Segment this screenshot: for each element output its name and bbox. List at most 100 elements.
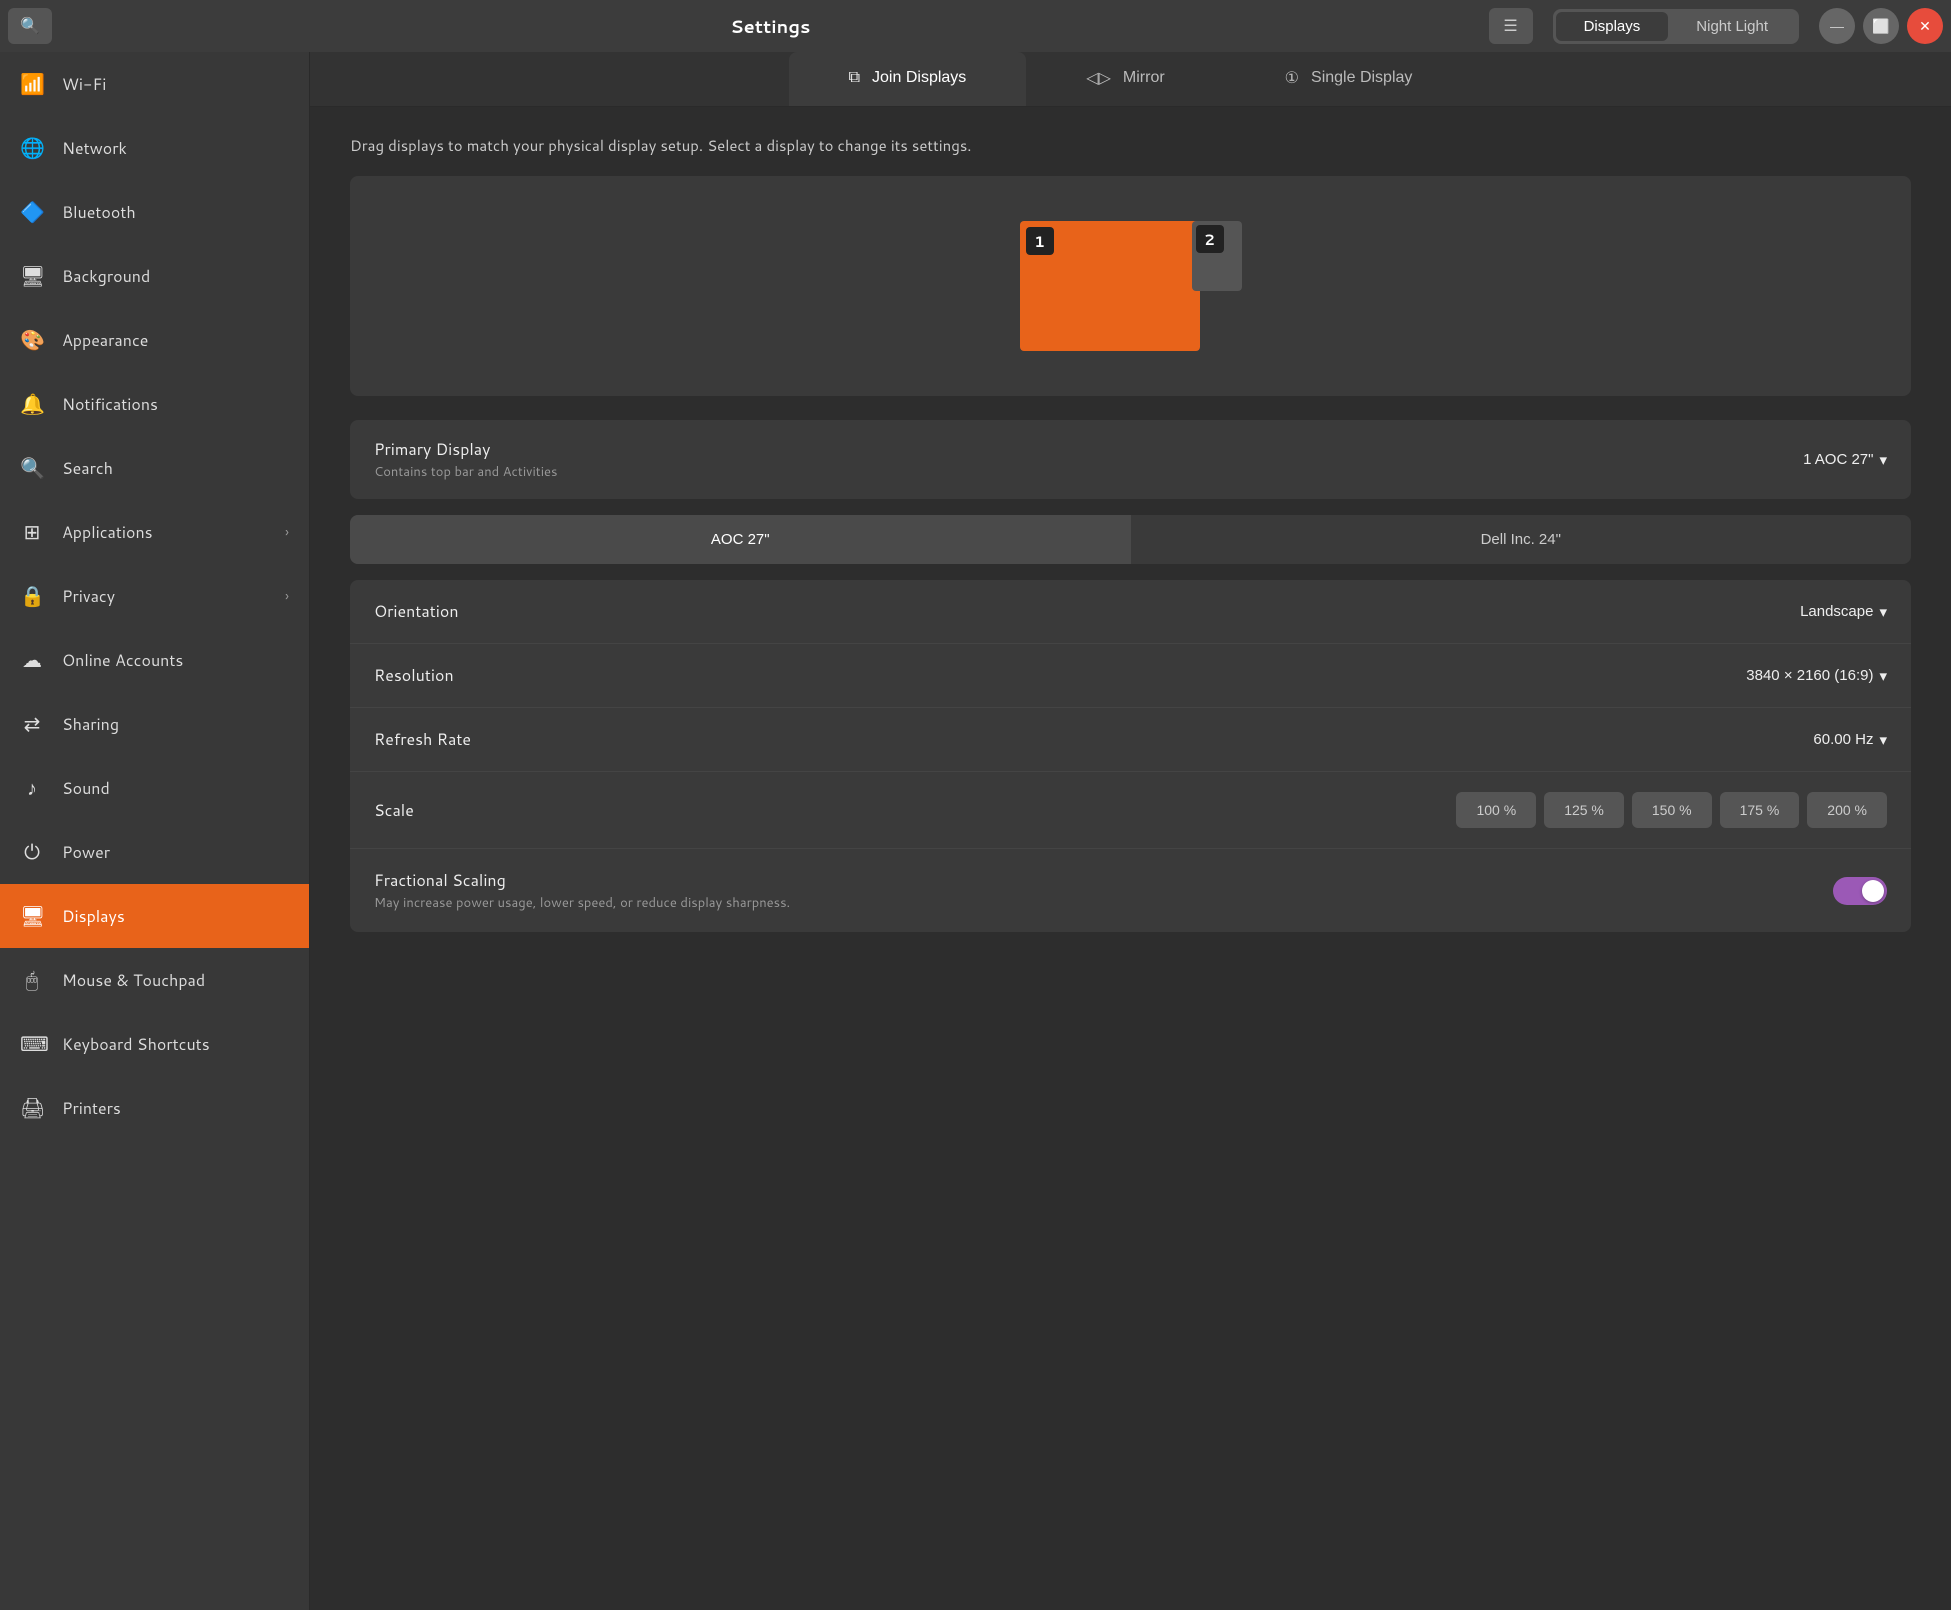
join-displays-label: Join Displays xyxy=(872,69,966,87)
resolution-label: Resolution xyxy=(374,664,1746,687)
mirror-icon: ◁▷ xyxy=(1086,68,1111,88)
primary-display-row: Primary Display Contains top bar and Act… xyxy=(350,420,1911,499)
primary-display-main-label: Primary Display xyxy=(374,438,1803,461)
refresh-rate-control: 60.00 Hz ▾ xyxy=(1813,731,1887,749)
sidebar-item-search[interactable]: 🔍 Search xyxy=(0,436,309,500)
wifi-icon: 📶 xyxy=(20,70,44,98)
scale-125[interactable]: 125 % xyxy=(1544,792,1624,828)
sidebar-label-mouse: Mouse & Touchpad xyxy=(62,969,205,992)
resolution-value: 3840 × 2160 (16:9) xyxy=(1746,667,1873,684)
sidebar-label-wifi: Wi-Fi xyxy=(62,73,106,96)
orientation-field: Orientation Landscape ▾ xyxy=(350,580,1911,644)
printers-icon: 🖨 xyxy=(20,1094,44,1122)
sidebar-item-power[interactable]: ⏻ Power xyxy=(0,820,309,884)
sidebar-label-appearance: Appearance xyxy=(62,329,148,352)
mouse-icon: 🖱 xyxy=(20,966,44,994)
sidebar-item-sharing[interactable]: ⇄ Sharing xyxy=(0,692,309,756)
primary-display-chevron-icon: ▾ xyxy=(1879,451,1887,469)
background-icon: 🖥 xyxy=(20,262,44,290)
monitor-2-badge: 2 xyxy=(1196,225,1224,253)
search-sidebar-icon: 🔍 xyxy=(20,454,44,482)
primary-display-control: 1 AOC 27" ▾ xyxy=(1803,451,1887,469)
maximize-button[interactable]: ⬜ xyxy=(1863,8,1899,44)
sidebar-item-background[interactable]: 🖥 Background xyxy=(0,244,309,308)
monitor-1-preview[interactable]: 1 xyxy=(1020,221,1200,351)
sidebar-label-network: Network xyxy=(62,137,127,160)
sidebar-item-notifications[interactable]: 🔔 Notifications xyxy=(0,372,309,436)
applications-icon: ⊞ xyxy=(20,518,44,546)
tab-mirror[interactable]: ◁▷ Mirror xyxy=(1026,52,1224,106)
fractional-scaling-control xyxy=(1833,877,1887,905)
primary-display-dropdown[interactable]: 1 AOC 27" ▾ xyxy=(1803,451,1887,469)
monitor-2-preview[interactable]: 2 xyxy=(1192,221,1242,291)
menu-button[interactable]: ☰ xyxy=(1489,8,1533,44)
toggle-knob xyxy=(1862,880,1884,902)
drag-hint: Drag displays to match your physical dis… xyxy=(350,135,1911,156)
scale-label: Scale xyxy=(374,799,1456,822)
refresh-rate-chevron-icon: ▾ xyxy=(1879,731,1887,749)
display-mode-tabs: ⧉ Join Displays ◁▷ Mirror ① Single Displ… xyxy=(310,52,1951,107)
content-inner: Drag displays to match your physical dis… xyxy=(310,107,1951,976)
orientation-label: Orientation xyxy=(374,600,1800,623)
privacy-chevron: › xyxy=(285,586,289,606)
sidebar-item-printers[interactable]: 🖨 Printers xyxy=(0,1076,309,1140)
orientation-control: Landscape ▾ xyxy=(1800,603,1887,621)
resolution-dropdown[interactable]: 3840 × 2160 (16:9) ▾ xyxy=(1746,667,1887,685)
sidebar-label-privacy: Privacy xyxy=(62,585,115,608)
sidebar-item-wifi[interactable]: 📶 Wi-Fi xyxy=(0,52,309,116)
sidebar-label-online-accounts: Online Accounts xyxy=(62,649,183,672)
titlebar-tabs: Displays Night Light xyxy=(1553,9,1799,44)
window-controls: — ⬜ ✕ xyxy=(1819,8,1943,44)
sidebar-item-keyboard-shortcuts[interactable]: ⌨ Keyboard Shortcuts xyxy=(0,1012,309,1076)
display-preview[interactable]: 1 2 xyxy=(350,176,1911,396)
sidebar-label-bluetooth: Bluetooth xyxy=(62,201,136,224)
sharing-icon: ⇄ xyxy=(20,710,44,738)
scale-175[interactable]: 175 % xyxy=(1720,792,1800,828)
fractional-scaling-toggle[interactable] xyxy=(1833,877,1887,905)
sidebar-label-keyboard: Keyboard Shortcuts xyxy=(62,1033,210,1056)
sidebar-item-network[interactable]: 🌐 Network xyxy=(0,116,309,180)
sidebar-item-appearance[interactable]: 🎨 Appearance xyxy=(0,308,309,372)
refresh-rate-dropdown[interactable]: 60.00 Hz ▾ xyxy=(1813,731,1887,749)
refresh-rate-field: Refresh Rate 60.00 Hz ▾ xyxy=(350,708,1911,772)
resolution-control: 3840 × 2160 (16:9) ▾ xyxy=(1746,667,1887,685)
displays-icon: 🖥 xyxy=(20,902,44,930)
sound-icon: ♪ xyxy=(20,774,44,802)
orientation-chevron-icon: ▾ xyxy=(1879,603,1887,621)
power-icon: ⏻ xyxy=(20,838,44,866)
sidebar-item-privacy[interactable]: 🔒 Privacy › xyxy=(0,564,309,628)
orientation-dropdown[interactable]: Landscape ▾ xyxy=(1800,603,1887,621)
refresh-rate-value: 60.00 Hz xyxy=(1813,731,1873,748)
monitor-tab-aoc[interactable]: AOC 27" xyxy=(350,515,1131,564)
scale-100[interactable]: 100 % xyxy=(1456,792,1536,828)
sidebar-item-mouse-touchpad[interactable]: 🖱 Mouse & Touchpad xyxy=(0,948,309,1012)
sidebar-item-online-accounts[interactable]: ☁ Online Accounts xyxy=(0,628,309,692)
sidebar-item-displays[interactable]: 🖥 Displays xyxy=(0,884,309,948)
sidebar-label-search: Search xyxy=(62,457,113,480)
tab-join-displays[interactable]: ⧉ Join Displays xyxy=(789,52,1027,106)
single-display-label: Single Display xyxy=(1311,69,1412,87)
resolution-field: Resolution 3840 × 2160 (16:9) ▾ xyxy=(350,644,1911,708)
search-button[interactable]: 🔍 xyxy=(8,8,52,44)
monitor-selector-tabs: AOC 27" Dell Inc. 24" xyxy=(350,515,1911,564)
tab-single-display[interactable]: ① Single Display xyxy=(1225,52,1473,106)
sidebar-label-background: Background xyxy=(62,265,150,288)
tab-night-light[interactable]: Night Light xyxy=(1668,12,1796,41)
scale-150[interactable]: 150 % xyxy=(1632,792,1712,828)
fractional-scaling-label-group: Fractional Scaling May increase power us… xyxy=(374,869,1833,912)
primary-display-sub-label: Contains top bar and Activities xyxy=(374,463,1803,481)
sidebar-item-sound[interactable]: ♪ Sound xyxy=(0,756,309,820)
scale-200[interactable]: 200 % xyxy=(1807,792,1887,828)
scale-buttons: 100 % 125 % 150 % 175 % 200 % xyxy=(1456,792,1887,828)
sidebar-label-sharing: Sharing xyxy=(62,713,119,736)
sidebar-item-bluetooth[interactable]: 🔷 Bluetooth xyxy=(0,180,309,244)
minimize-button[interactable]: — xyxy=(1819,8,1855,44)
content-area: ⧉ Join Displays ◁▷ Mirror ① Single Displ… xyxy=(310,52,1951,1610)
notifications-icon: 🔔 xyxy=(20,390,44,418)
close-button[interactable]: ✕ xyxy=(1907,8,1943,44)
monitor-tab-dell[interactable]: Dell Inc. 24" xyxy=(1131,515,1912,564)
monitor-1-badge: 1 xyxy=(1026,227,1054,255)
sidebar-item-applications[interactable]: ⊞ Applications › xyxy=(0,500,309,564)
tab-displays[interactable]: Displays xyxy=(1556,12,1669,41)
sidebar-label-sound: Sound xyxy=(62,777,110,800)
